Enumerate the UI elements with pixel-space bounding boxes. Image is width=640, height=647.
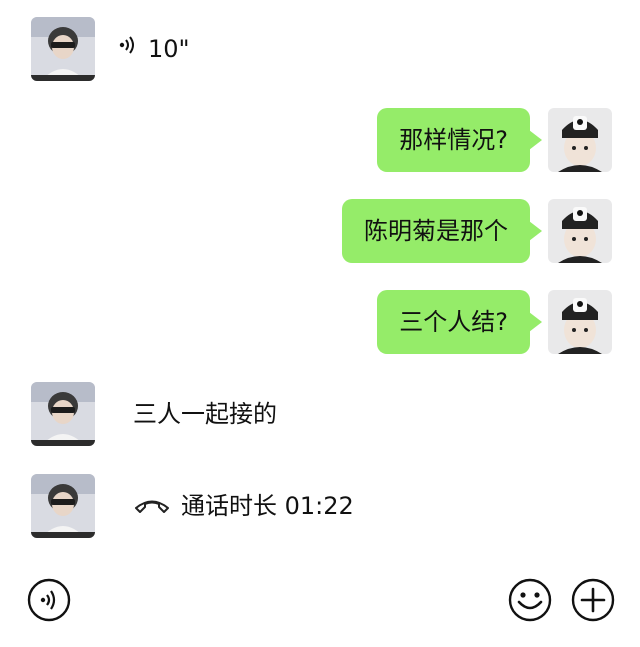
voice-input-icon[interactable] [27,578,71,622]
voice-message[interactable]: 10" [118,17,190,81]
friend-avatar[interactable] [31,474,95,538]
my-avatar-image [548,199,612,263]
message-bubble[interactable]: 那样情况? [377,108,542,172]
chat-window: 10" 那样情况? 陈明菊是那个 三个人结? 三人一起接的 通话时长 01:22 [0,0,640,647]
add-icon[interactable] [571,578,615,622]
my-avatar-image [548,290,612,354]
phone-icon [133,474,171,538]
message-text[interactable]: 三人一起接的 [133,382,277,446]
my-avatar-image [548,108,612,172]
friend-avatar-image [31,474,95,538]
voice-play-icon [118,17,138,81]
emoji-icon[interactable] [508,578,552,622]
my-avatar[interactable] [548,199,612,263]
voice-duration: 10" [148,35,190,63]
friend-avatar[interactable] [31,17,95,81]
friend-avatar-image [31,17,95,81]
friend-avatar-image [31,382,95,446]
my-avatar[interactable] [548,290,612,354]
friend-avatar[interactable] [31,382,95,446]
message-bubble[interactable]: 陈明菊是那个 [342,199,542,263]
call-duration: 通话时长 01:22 [181,492,354,520]
call-record[interactable]: 通话时长 01:22 [133,474,354,538]
message-bubble[interactable]: 三个人结? [377,290,542,354]
my-avatar[interactable] [548,108,612,172]
